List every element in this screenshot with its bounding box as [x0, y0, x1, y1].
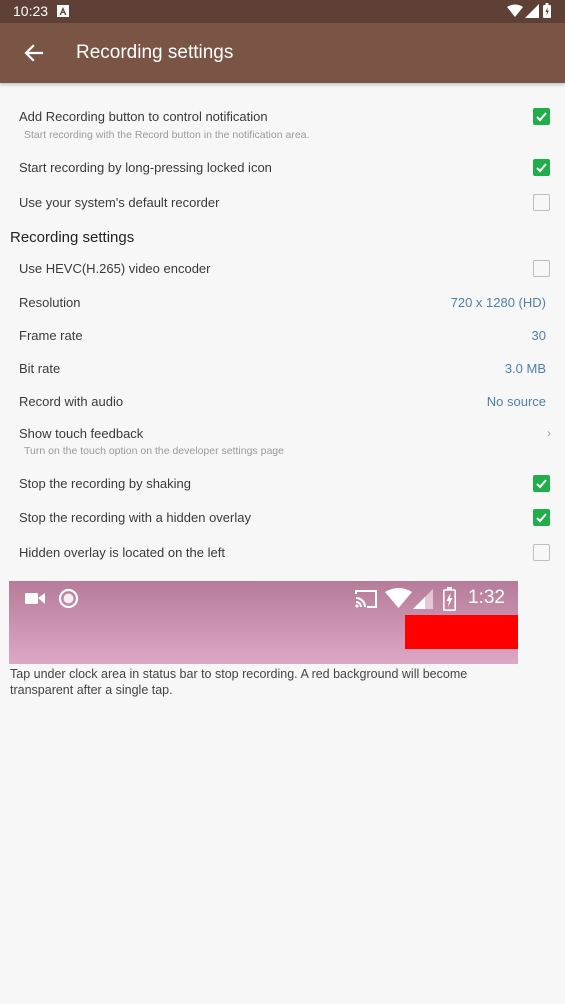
checkbox-checked[interactable] — [533, 475, 550, 492]
check-icon — [536, 163, 547, 173]
video-camera-icon — [25, 593, 45, 604]
checkbox-unchecked[interactable] — [533, 194, 550, 211]
setting-label: Show touch feedback — [19, 426, 144, 441]
checkbox-unchecked[interactable] — [533, 544, 550, 561]
a-notification-icon — [57, 5, 69, 17]
checkbox-checked[interactable] — [533, 509, 550, 526]
setting-label: Use your system's default recorder — [19, 195, 220, 210]
signal-icon — [413, 589, 433, 609]
setting-record-audio[interactable]: Record with audio No source — [0, 390, 565, 418]
setting-label: Stop the recording with a hidden overlay — [19, 510, 251, 525]
setting-label: Add Recording button to control notifica… — [19, 109, 268, 124]
setting-value: 720 x 1280 (HD) — [450, 295, 546, 310]
setting-label: Start recording by long-pressing locked … — [19, 160, 272, 175]
setting-notification-button[interactable]: Add Recording button to control notifica… — [0, 105, 565, 149]
setting-overlay-left[interactable]: Hidden overlay is located on the left — [0, 540, 565, 568]
status-bar: 10:23 — [0, 0, 565, 23]
setting-bit-rate[interactable]: Bit rate 3.0 MB — [0, 357, 565, 385]
overlay-preview: 1:32 — [9, 581, 518, 664]
status-time: 10:23 — [13, 3, 49, 19]
preview-clock: 1:32 — [468, 587, 505, 608]
section-title: Recording settings — [10, 229, 135, 246]
cast-icon — [355, 590, 377, 608]
setting-system-recorder[interactable]: Use your system's default recorder — [0, 190, 565, 218]
setting-label: Frame rate — [19, 328, 83, 343]
setting-label: Resolution — [19, 295, 81, 310]
signal-icon — [525, 4, 539, 18]
back-arrow-icon[interactable] — [23, 42, 45, 64]
chevron-right-icon: › — [547, 426, 551, 440]
setting-label: Hidden overlay is located on the left — [19, 545, 225, 560]
setting-label: Record with audio — [19, 394, 124, 409]
checkbox-unchecked[interactable] — [533, 260, 550, 277]
red-overlay-area — [405, 615, 518, 649]
setting-stop-shaking[interactable]: Stop the recording by shaking — [0, 472, 565, 500]
record-circle-icon — [58, 588, 79, 609]
setting-sub: Start recording with the Record button i… — [24, 129, 310, 141]
setting-hevc[interactable]: Use HEVC(H.265) video encoder — [0, 257, 565, 285]
setting-value: 3.0 MB — [504, 361, 546, 376]
check-icon — [536, 112, 547, 122]
checkbox-checked[interactable] — [533, 108, 550, 125]
setting-hidden-overlay[interactable]: Stop the recording with a hidden overlay — [0, 506, 565, 534]
setting-sub: Turn on the touch option on the develope… — [24, 445, 284, 457]
battery-icon — [543, 3, 551, 18]
page-title: Recording settings — [76, 42, 234, 63]
wifi-icon — [385, 588, 412, 608]
check-icon — [536, 513, 547, 523]
battery-charging-icon — [443, 587, 456, 611]
checkbox-checked[interactable] — [533, 159, 550, 176]
setting-label: Bit rate — [19, 361, 61, 376]
setting-value: No source — [486, 394, 546, 409]
setting-resolution[interactable]: Resolution 720 x 1280 (HD) — [0, 291, 565, 319]
setting-label: Stop the recording by shaking — [19, 476, 191, 491]
app-bar: Recording settings — [0, 23, 565, 83]
setting-frame-rate[interactable]: Frame rate 30 — [0, 324, 565, 352]
setting-label: Use HEVC(H.265) video encoder — [19, 261, 211, 276]
setting-touch-feedback[interactable]: Show touch feedback Turn on the touch op… — [0, 422, 565, 462]
setting-value: 30 — [531, 328, 546, 343]
preview-caption: Tap under clock area in status bar to st… — [10, 667, 468, 697]
setting-long-press[interactable]: Start recording by long-pressing locked … — [0, 156, 565, 184]
wifi-icon — [507, 4, 523, 17]
check-icon — [536, 479, 547, 489]
